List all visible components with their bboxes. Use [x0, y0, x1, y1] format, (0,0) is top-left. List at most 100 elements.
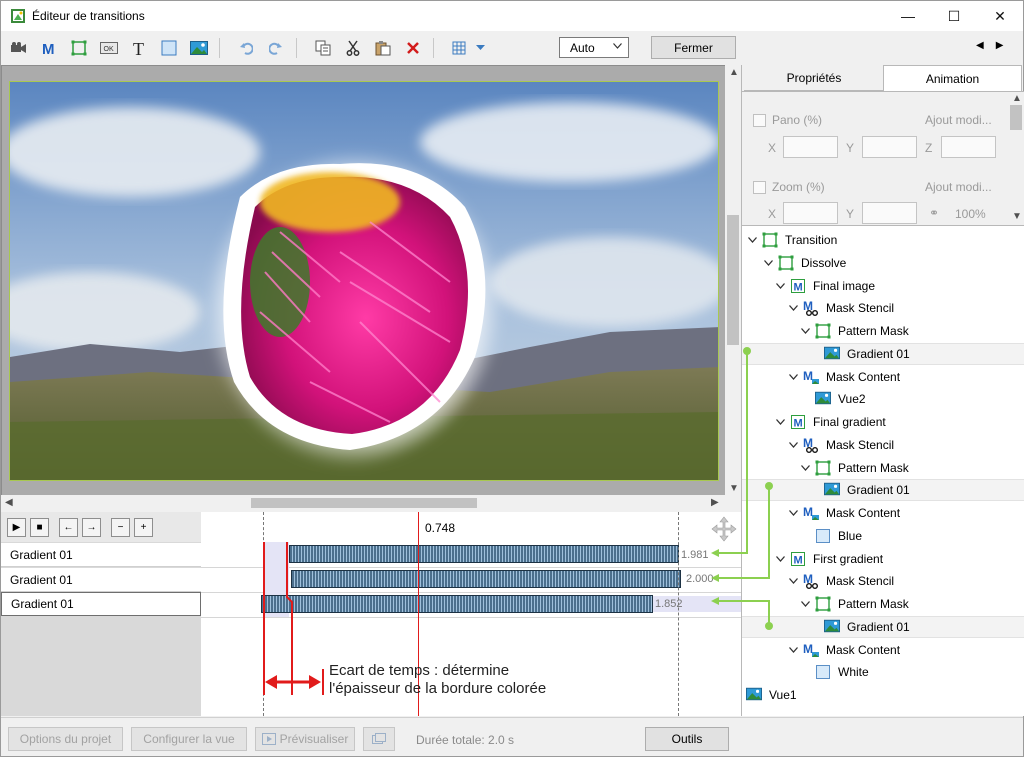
tree-node[interactable]: M Final image — [742, 275, 1024, 297]
text-icon[interactable]: T — [127, 37, 151, 59]
chevron-down-icon[interactable] — [787, 644, 799, 656]
zoom-out-button[interactable]: − — [111, 517, 130, 537]
tab-properties[interactable]: Propriétés — [744, 65, 884, 91]
tab-animation[interactable]: Animation — [883, 65, 1022, 91]
track-bar[interactable] — [289, 545, 679, 563]
properties-scrollbar[interactable]: ▲ ▼ — [1008, 91, 1024, 225]
tree-node[interactable]: Blue — [742, 525, 1024, 547]
nav-next-icon[interactable]: ▶ — [996, 40, 1016, 51]
maximize-button[interactable]: ☐ — [931, 1, 977, 31]
chevron-down-icon[interactable] — [774, 553, 786, 565]
image-icon[interactable] — [187, 37, 211, 59]
zoom-y-field[interactable] — [862, 202, 917, 224]
tree-node[interactable]: M Final gradient — [742, 411, 1024, 433]
chevron-down-icon[interactable] — [774, 416, 786, 428]
step-back-button[interactable]: ← — [59, 517, 78, 537]
pan-z-field[interactable] — [941, 136, 996, 158]
project-options-button[interactable]: Options du projet — [8, 727, 123, 751]
scroll-left-icon[interactable]: ◀ — [5, 497, 13, 508]
chevron-down-icon[interactable] — [746, 234, 758, 246]
track-bar[interactable] — [261, 595, 653, 613]
preview-canvas[interactable] — [9, 81, 719, 481]
move-icon[interactable] — [711, 516, 737, 542]
delete-icon[interactable] — [401, 37, 425, 59]
tools-button[interactable]: Outils — [645, 727, 729, 751]
close-window-button[interactable]: ✕ — [977, 1, 1023, 31]
chevron-down-icon[interactable] — [799, 462, 811, 474]
tree-node[interactable]: M Mask Stencil — [742, 434, 1024, 456]
button-icon[interactable]: OK — [97, 37, 121, 59]
zoom-in-button[interactable]: + — [134, 517, 153, 537]
track-label[interactable]: Gradient 01 — [1, 543, 201, 567]
zoom-checkbox[interactable] — [753, 180, 766, 194]
tree-node[interactable]: Transition — [742, 229, 1024, 251]
redo-icon[interactable] — [264, 37, 288, 59]
tree-node[interactable]: Pattern Mask — [742, 457, 1024, 479]
tree-node[interactable]: Vue1 — [742, 684, 1024, 706]
tree-node[interactable]: M Mask Content — [742, 366, 1024, 388]
step-forward-button[interactable]: → — [82, 517, 101, 537]
pan-checkbox[interactable] — [753, 113, 766, 127]
chevron-down-icon[interactable] — [787, 575, 799, 587]
zoom-add-modifier[interactable]: Ajout modi... — [925, 180, 992, 194]
tree-node[interactable]: Vue2 — [742, 388, 1024, 410]
zoom-x-field[interactable] — [783, 202, 838, 224]
paste-icon[interactable] — [371, 37, 395, 59]
chevron-down-icon[interactable] — [762, 257, 774, 269]
tree-node[interactable]: M Mask Stencil — [742, 297, 1024, 319]
scroll-down-icon[interactable]: ▼ — [729, 483, 739, 494]
scroll-right-icon[interactable]: ▶ — [711, 497, 719, 508]
play-button[interactable]: ▶ — [7, 517, 26, 537]
tree-node[interactable]: Dissolve — [742, 252, 1024, 274]
tree-node[interactable]: Pattern Mask — [742, 320, 1024, 342]
tree-node[interactable]: Gradient 01 — [742, 479, 1024, 502]
zoom-select[interactable]: Auto — [559, 37, 629, 58]
nav-prev-icon[interactable]: ◀ — [976, 40, 996, 51]
track-label[interactable]: Gradient 01 — [1, 568, 201, 592]
scroll-down-icon[interactable]: ▼ — [1012, 211, 1022, 222]
frame-icon[interactable] — [67, 37, 91, 59]
tree-node[interactable]: M Mask Content — [742, 502, 1024, 524]
undo-icon[interactable] — [234, 37, 258, 59]
tree-node[interactable]: Pattern Mask — [742, 593, 1024, 615]
video-icon[interactable] — [7, 37, 31, 59]
fermer-button[interactable]: Fermer — [651, 36, 736, 59]
scrollbar-thumb[interactable] — [251, 498, 477, 508]
cut-icon[interactable] — [341, 37, 365, 59]
pan-add-modifier[interactable]: Ajout modi... — [925, 113, 992, 127]
mask-icon[interactable]: M — [37, 37, 61, 59]
chevron-down-icon[interactable] — [474, 37, 486, 59]
track-label-selected[interactable]: Gradient 01 — [1, 592, 201, 616]
tree-node[interactable]: M First gradient — [742, 548, 1024, 570]
copy-icon[interactable] — [311, 37, 335, 59]
grid-icon[interactable] — [448, 37, 472, 59]
chevron-down-icon[interactable] — [774, 280, 786, 292]
chevron-down-icon[interactable] — [799, 325, 811, 337]
preview-horizontal-scrollbar[interactable]: ◀ ▶ — [1, 495, 725, 511]
preview-button[interactable]: Prévisualiser — [255, 727, 355, 751]
scrollbar-thumb[interactable] — [727, 215, 739, 345]
minimize-button[interactable]: — — [885, 1, 931, 31]
tree-node[interactable]: Gradient 01 — [742, 615, 1024, 638]
chevron-down-icon[interactable] — [787, 371, 799, 383]
tree-node[interactable]: M Mask Stencil — [742, 570, 1024, 592]
pan-x-field[interactable] — [783, 136, 838, 158]
tree-node[interactable]: White — [742, 661, 1024, 683]
chevron-down-icon[interactable] — [799, 598, 811, 610]
tree-node[interactable]: Gradient 01 — [742, 342, 1024, 365]
track-bar[interactable] — [291, 570, 681, 588]
rectangle-icon[interactable] — [157, 37, 181, 59]
stop-button[interactable]: ■ — [30, 517, 49, 537]
preview-vertical-scrollbar[interactable]: ▲ ▼ — [725, 65, 741, 497]
configure-view-button[interactable]: Configurer la vue — [131, 727, 247, 751]
scroll-up-icon[interactable]: ▲ — [729, 67, 739, 78]
chevron-down-icon[interactable] — [787, 302, 799, 314]
scrollbar-thumb[interactable] — [1010, 105, 1022, 130]
tree-node[interactable]: M Mask Content — [742, 639, 1024, 661]
timeline-ruler[interactable] — [201, 512, 741, 542]
window-mode-button[interactable] — [363, 727, 395, 751]
chevron-down-icon[interactable] — [787, 439, 799, 451]
pan-y-field[interactable] — [862, 136, 917, 158]
scroll-up-icon[interactable]: ▲ — [1012, 93, 1022, 104]
chevron-down-icon[interactable] — [787, 507, 799, 519]
